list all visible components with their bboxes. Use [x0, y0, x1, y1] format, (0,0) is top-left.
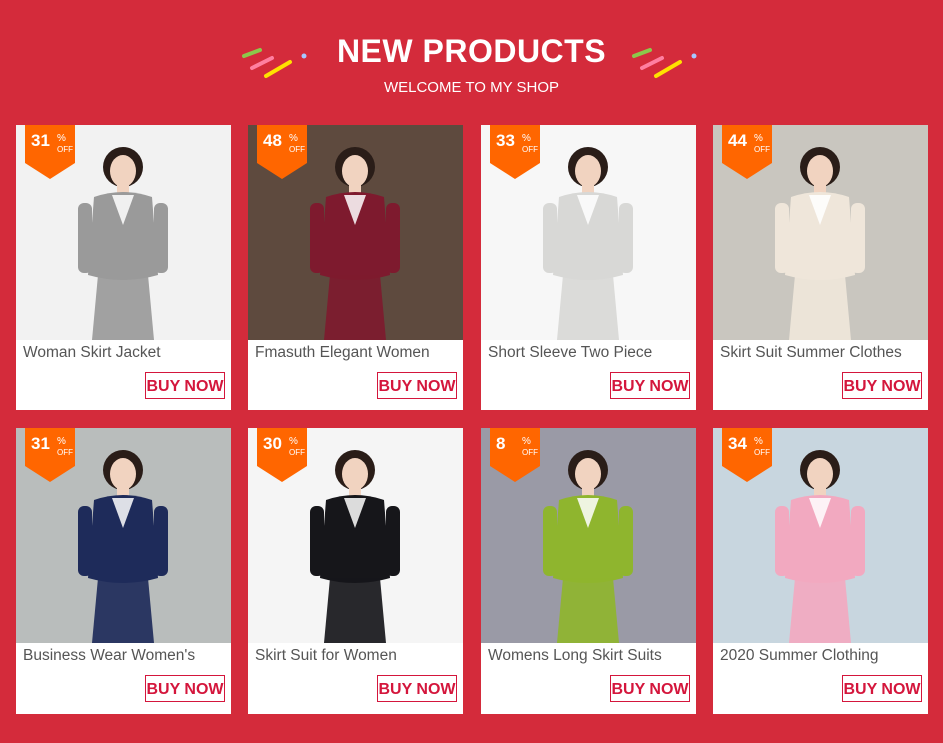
- buy-now-button[interactable]: BUY NOW: [842, 675, 922, 702]
- buy-now-button[interactable]: BUY NOW: [610, 675, 690, 702]
- discount-off-label: OFF: [754, 145, 770, 154]
- discount-percent-sign: %: [57, 133, 66, 144]
- discount-value: 31: [31, 434, 50, 453]
- product-card[interactable]: 33% OFF Short Sleeve Two Piece BUY NOW: [481, 125, 696, 410]
- product-name[interactable]: Womens Long Skirt Suits: [488, 647, 693, 665]
- discount-value: 33: [496, 131, 515, 150]
- product-card[interactable]: 8% OFF Womens Long Skirt Suits BUY NOW: [481, 428, 696, 714]
- discount-off-label: OFF: [289, 448, 305, 457]
- discount-off-label: OFF: [754, 448, 770, 457]
- product-name[interactable]: Skirt Suit for Women: [255, 647, 460, 665]
- buy-now-button[interactable]: BUY NOW: [610, 372, 690, 399]
- discount-off-label: OFF: [522, 145, 538, 154]
- product-card[interactable]: 30% OFF Skirt Suit for Women BUY NOW: [248, 428, 463, 714]
- product-name[interactable]: Skirt Suit Summer Clothes: [720, 344, 925, 362]
- page-title: NEW PRODUCTS: [336, 33, 607, 69]
- decoration-right-icon: [632, 48, 697, 78]
- product-card[interactable]: 48% OFF Fmasuth Elegant Women BUY NOW: [248, 125, 463, 410]
- discount-percent-sign: %: [57, 436, 66, 447]
- discount-value: 48: [263, 131, 282, 150]
- discount-percent-sign: %: [522, 133, 531, 144]
- discount-percent-sign: %: [754, 436, 763, 447]
- product-name[interactable]: Short Sleeve Two Piece: [488, 344, 693, 362]
- discount-value: 30: [263, 434, 282, 453]
- buy-now-button[interactable]: BUY NOW: [842, 372, 922, 399]
- discount-percent-sign: %: [289, 133, 298, 144]
- product-name[interactable]: Fmasuth Elegant Women: [255, 344, 460, 362]
- header: NEW PRODUCTS WELCOME TO MY SHOP: [0, 0, 943, 118]
- page-subtitle: WELCOME TO MY SHOP: [383, 79, 560, 96]
- discount-off-label: OFF: [289, 145, 305, 154]
- product-card[interactable]: 31% OFF Business Wear Women's BUY NOW: [16, 428, 231, 714]
- product-card[interactable]: 44% OFF Skirt Suit Summer Clothes BUY NOW: [713, 125, 928, 410]
- product-name[interactable]: 2020 Summer Clothing: [720, 647, 925, 665]
- discount-percent-sign: %: [754, 133, 763, 144]
- discount-value: 8: [496, 434, 506, 453]
- buy-now-button[interactable]: BUY NOW: [377, 675, 457, 702]
- product-card[interactable]: 31% OFF Woman Skirt Jacket BUY NOW: [16, 125, 231, 410]
- discount-value: 44: [728, 131, 747, 150]
- discount-percent-sign: %: [522, 436, 531, 447]
- discount-value: 31: [31, 131, 50, 150]
- buy-now-button[interactable]: BUY NOW: [145, 675, 225, 702]
- buy-now-button[interactable]: BUY NOW: [145, 372, 225, 399]
- product-name[interactable]: Business Wear Women's: [23, 647, 228, 665]
- discount-percent-sign: %: [289, 436, 298, 447]
- discount-off-label: OFF: [57, 145, 73, 154]
- discount-off-label: OFF: [522, 448, 538, 457]
- buy-now-button[interactable]: BUY NOW: [377, 372, 457, 399]
- product-card[interactable]: 34% OFF 2020 Summer Clothing BUY NOW: [713, 428, 928, 714]
- product-name[interactable]: Woman Skirt Jacket: [23, 344, 228, 362]
- discount-off-label: OFF: [57, 448, 73, 457]
- discount-value: 34: [728, 434, 747, 453]
